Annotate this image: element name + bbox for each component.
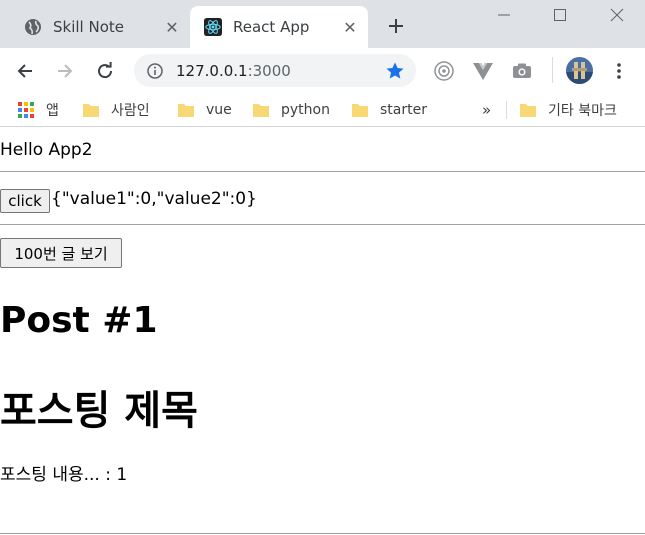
url-port: :3000 — [247, 61, 291, 80]
folder-icon — [178, 104, 194, 117]
reload-button[interactable] — [91, 57, 119, 85]
hello-text: Hello App2 — [0, 140, 93, 160]
plus-icon — [389, 19, 403, 33]
apps-grid-icon — [18, 102, 34, 118]
page-content: Hello App2 click {"value1":0,"value2":0}… — [0, 133, 645, 535]
bookmark-label: python — [281, 102, 330, 118]
reload-icon — [98, 62, 113, 79]
address-bar[interactable]: 127.0.0.1:3000 — [134, 54, 416, 87]
view-post-100-button[interactable]: 100번 글 보기 — [0, 238, 122, 268]
folder-icon — [520, 104, 536, 117]
profile-avatar[interactable] — [566, 57, 593, 84]
folder-icon — [253, 104, 269, 117]
close-icon[interactable]: ✕ — [340, 17, 360, 37]
click-button[interactable]: click — [0, 189, 50, 213]
minimize-icon — [498, 14, 510, 16]
vue-devtools-icon[interactable] — [470, 58, 496, 84]
react-icon — [204, 18, 222, 36]
chevron-double-right-icon: » — [482, 101, 492, 119]
toolbar: 127.0.0.1:3000 — [0, 48, 645, 93]
back-button[interactable] — [11, 57, 39, 85]
bookmark-label: 앱 — [46, 103, 59, 119]
arrow-left-icon — [17, 64, 32, 78]
forward-button[interactable] — [51, 57, 79, 85]
extension-target-icon[interactable] — [431, 58, 457, 84]
toolbar-divider — [552, 57, 553, 83]
tab-title: React App — [233, 18, 310, 36]
bookmark-label: 사람인 — [111, 103, 150, 119]
folder-icon — [352, 104, 368, 117]
post-content: 포스팅 내용... : 1 — [0, 465, 128, 485]
divider — [0, 224, 645, 225]
menu-kebab-icon[interactable] — [606, 58, 632, 84]
bookmark-apps[interactable]: 앱 — [18, 99, 59, 121]
bookmark-folder-starter[interactable]: starter — [352, 99, 427, 121]
tab-title: Skill Note — [53, 18, 124, 36]
arrow-right-icon — [58, 64, 73, 78]
post-title: 포스팅 제목 — [0, 388, 198, 434]
bookmarks-divider — [506, 101, 507, 119]
divider — [0, 533, 645, 534]
bookmark-label: 기타 북마크 — [548, 103, 617, 119]
url-host: 127.0.0.1 — [176, 61, 248, 80]
bookmarks-overflow-button[interactable]: » — [482, 99, 491, 121]
close-icon[interactable]: ✕ — [162, 17, 182, 37]
camera-icon[interactable] — [509, 58, 535, 84]
state-json-text: {"value1":0,"value2":0} — [51, 189, 257, 209]
url-text: 127.0.0.1:3000 — [176, 62, 384, 80]
bookmarks-bar: 앱 사람인 vue python starter » 기타 북마크 — [0, 93, 645, 127]
maximize-icon — [554, 9, 566, 21]
browser-chrome: Skill Note ✕ React App ✕ 127.0.0.1:3000 … — [0, 0, 645, 133]
maximize-button[interactable] — [531, 0, 589, 30]
bookmark-label: vue — [206, 102, 232, 118]
close-icon — [610, 8, 624, 22]
info-icon[interactable] — [146, 62, 164, 80]
minimize-button[interactable] — [475, 0, 533, 30]
bookmark-folder-python[interactable]: python — [253, 99, 330, 121]
bookmark-star-icon[interactable] — [384, 60, 406, 82]
new-tab-button[interactable] — [384, 14, 408, 38]
tab-strip: Skill Note ✕ React App ✕ — [0, 0, 645, 48]
tab-react-app[interactable]: React App ✕ — [190, 6, 368, 48]
bookmark-other[interactable]: 기타 북마크 — [520, 99, 617, 121]
bookmark-folder-vue[interactable]: vue — [178, 99, 232, 121]
tab-skill-note[interactable]: Skill Note ✕ — [10, 6, 190, 48]
post-heading: Post #1 — [0, 300, 158, 341]
bookmark-folder-saramin[interactable]: 사람인 — [83, 99, 150, 121]
folder-icon — [83, 104, 99, 117]
bookmark-label: starter — [380, 102, 427, 118]
globe-icon — [24, 18, 42, 36]
divider — [0, 171, 645, 172]
window-close-button[interactable] — [588, 0, 645, 30]
